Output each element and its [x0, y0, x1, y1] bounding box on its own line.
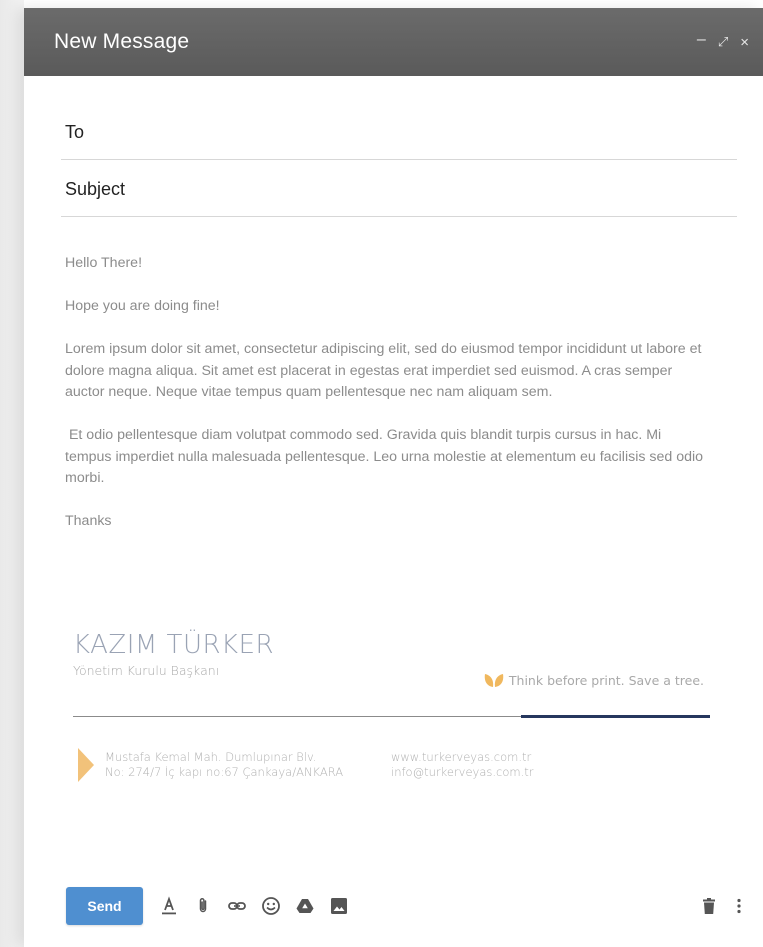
website-link[interactable]: www.turkerveyas.com.tr: [391, 750, 533, 765]
to-input[interactable]: [141, 119, 737, 147]
email-signature: KAZIM TÜRKER Yönetim Kurulu Başkanı Thin…: [73, 630, 710, 782]
trash-icon[interactable]: [698, 895, 720, 917]
signature-address: Mustafa Kemal Mah. Dumlupınar Blv. No: 2…: [105, 750, 343, 779]
signature-divider-accent: [521, 715, 710, 718]
eco-note-text: Think before print. Save a tree.: [508, 672, 704, 688]
attach-icon[interactable]: [192, 895, 214, 917]
drive-icon[interactable]: [294, 895, 316, 917]
image-icon[interactable]: [328, 895, 350, 917]
address-line: No: 274/7 İç kapı no:67 Çankaya/ANKARA: [105, 764, 344, 779]
to-field: To: [61, 103, 737, 160]
link-icon[interactable]: [226, 895, 248, 917]
body-paragraph: Hope you are doing fine!: [65, 298, 220, 314]
leaf-icon: [484, 672, 504, 688]
compose-toolbar: Send: [66, 887, 750, 925]
subject-input[interactable]: [141, 176, 737, 204]
body-paragraph: Thanks: [65, 513, 112, 529]
window-title: New Message: [54, 30, 190, 53]
to-label: To: [65, 122, 85, 142]
body-paragraph: Lorem ipsum dolor sit amet, consectetur …: [65, 341, 702, 400]
emoji-icon[interactable]: [260, 895, 282, 917]
address-line: Mustafa Kemal Mah. Dumlupınar Blv.: [105, 750, 317, 764]
email-link[interactable]: info@turkerveyas.com.tr: [391, 765, 533, 780]
eco-note: Think before print. Save a tree.: [484, 672, 704, 688]
window-controls: – ⤢ ×: [697, 31, 749, 51]
message-body[interactable]: Hello There! Hope you are doing fine! Lo…: [65, 253, 705, 554]
more-icon[interactable]: [728, 895, 750, 917]
format-text-icon[interactable]: [158, 895, 180, 917]
body-paragraph: Hello There!: [65, 255, 143, 271]
page: New Message – ⤢ × To Subject Hello There…: [0, 0, 763, 947]
minimize-icon[interactable]: –: [697, 31, 706, 49]
compose-window: New Message – ⤢ × To Subject Hello There…: [24, 8, 763, 947]
send-button[interactable]: Send: [66, 887, 143, 925]
close-icon[interactable]: ×: [740, 34, 749, 51]
subject-label: Subject: [65, 179, 126, 199]
compose-titlebar[interactable]: New Message – ⤢ ×: [24, 8, 763, 76]
subject-field: Subject: [61, 160, 737, 217]
signature-name: KAZIM TÜRKER: [73, 630, 275, 660]
arrow-icon: [78, 748, 94, 782]
expand-icon[interactable]: ⤢: [718, 34, 728, 50]
signature-contact: www.turkerveyas.com.tr info@turkerveyas.…: [391, 750, 533, 779]
body-paragraph: Et odio pellentesque diam volutpat commo…: [65, 427, 707, 486]
